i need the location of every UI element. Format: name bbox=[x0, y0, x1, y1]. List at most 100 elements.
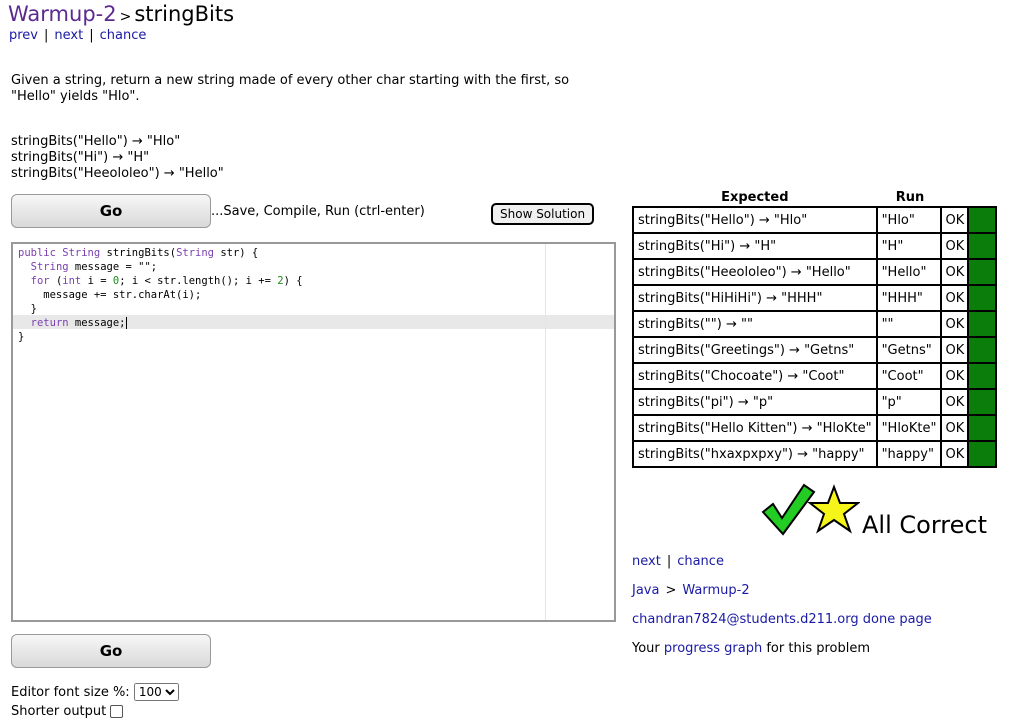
user-line: chandran7824@students.d211.org done page bbox=[632, 612, 932, 627]
shorter-output-checkbox[interactable] bbox=[110, 705, 124, 718]
run-cell: "HloKte" bbox=[877, 416, 943, 442]
warmup2-link[interactable]: Warmup-2 bbox=[682, 583, 749, 598]
code-line: } bbox=[18, 303, 37, 315]
run-cell: "happy" bbox=[877, 442, 943, 468]
top-nav: prev | next | chance bbox=[9, 28, 146, 43]
breadcrumb-separator: > bbox=[665, 583, 677, 598]
star-icon bbox=[807, 484, 860, 534]
go-hint: ...Save, Compile, Run (ctrl-enter) bbox=[211, 204, 425, 219]
status-cell: OK bbox=[942, 206, 970, 234]
shorter-output-label: Shorter output bbox=[11, 704, 107, 719]
pass-indicator bbox=[969, 390, 998, 416]
result-row: stringBits("Hello") → "Hlo" "Hlo" OK bbox=[632, 206, 998, 234]
status-cell: OK bbox=[942, 390, 970, 416]
next-link-bottom[interactable]: next bbox=[632, 554, 661, 569]
expected-cell: stringBits("hxaxpxpxy") → "happy" bbox=[632, 442, 878, 468]
status-cell: OK bbox=[942, 364, 970, 390]
example-line: stringBits("Hello") → "Hlo" bbox=[11, 134, 181, 149]
all-correct-text: All Correct bbox=[862, 511, 987, 539]
checkmark-icon bbox=[761, 483, 816, 536]
expected-cell: stringBits("Hi") → "H" bbox=[632, 234, 878, 260]
problem-description: Given a string, return a new string made… bbox=[11, 73, 611, 105]
pass-indicator bbox=[969, 260, 998, 286]
font-size-select[interactable]: 100 bbox=[133, 683, 179, 701]
code-line: for (int i = 0; i < str.length(); i += 2… bbox=[30, 275, 303, 287]
expected-cell: stringBits("HiHiHi") → "HHH" bbox=[632, 286, 878, 312]
result-row: stringBits("hxaxpxpxy") → "happy" "happy"… bbox=[632, 442, 998, 468]
pass-indicator bbox=[969, 286, 998, 312]
code-editor[interactable]: public String stringBits(String str) { S… bbox=[11, 242, 616, 622]
examples: stringBits("Hello") → "Hlo" stringBits("… bbox=[11, 134, 224, 182]
example-line: stringBits("Heeololeo") → "Hello" bbox=[11, 166, 224, 181]
result-row: stringBits("Hi") → "H" "H" OK bbox=[632, 234, 998, 260]
result-row: stringBits("Greetings") → "Getns" "Getns"… bbox=[632, 338, 998, 364]
result-row: stringBits("Heeololeo") → "Hello" "Hello"… bbox=[632, 260, 998, 286]
pass-indicator bbox=[969, 364, 998, 390]
result-row: stringBits("") → "" "" OK bbox=[632, 312, 998, 338]
status-cell: OK bbox=[942, 286, 970, 312]
progress-suffix: for this problem bbox=[766, 641, 871, 656]
editor-font-size: Editor font size %: 100 bbox=[11, 683, 179, 701]
shorter-output: Shorter output bbox=[11, 704, 124, 719]
result-row: stringBits("pi") → "p" "p" OK bbox=[632, 390, 998, 416]
nav-divider: | bbox=[89, 28, 94, 43]
code-text[interactable]: public String stringBits(String str) { S… bbox=[18, 246, 303, 344]
results-table: Expected Run stringBits("Hello") → "Hlo"… bbox=[632, 189, 998, 468]
run-cell: "Getns" bbox=[877, 338, 943, 364]
bottom-nav: next | chance bbox=[632, 554, 724, 569]
go-button-bottom[interactable]: Go bbox=[11, 634, 211, 668]
java-link[interactable]: Java bbox=[632, 583, 659, 598]
user-email-link[interactable]: chandran7824@students.d211.org bbox=[632, 612, 859, 627]
result-row: stringBits("Hello Kitten") → "HloKte" "Hl… bbox=[632, 416, 998, 442]
code-line: String message = ""; bbox=[30, 261, 158, 273]
all-correct-banner: All Correct bbox=[760, 482, 1000, 542]
font-size-label: Editor font size %: bbox=[11, 685, 130, 700]
run-cell: "Coot" bbox=[877, 364, 943, 390]
run-cell: "H" bbox=[877, 234, 943, 260]
expected-cell: stringBits("Hello Kitten") → "HloKte" bbox=[632, 416, 878, 442]
run-cell: "HHH" bbox=[877, 286, 943, 312]
checkmark-star-graphic bbox=[761, 483, 860, 536]
example-line: stringBits("Hi") → "H" bbox=[11, 150, 150, 165]
expected-header: Expected bbox=[721, 190, 789, 205]
status-cell: OK bbox=[942, 260, 970, 286]
expected-cell: stringBits("pi") → "p" bbox=[632, 390, 878, 416]
done-page-link[interactable]: done page bbox=[863, 612, 932, 627]
run-cell: "" bbox=[877, 312, 943, 338]
run-cell: "Hlo" bbox=[877, 206, 943, 234]
go-button[interactable]: Go bbox=[11, 194, 211, 228]
chance-link-bottom[interactable]: chance bbox=[677, 554, 724, 569]
status-cell: OK bbox=[942, 312, 970, 338]
progress-prefix: Your bbox=[632, 641, 660, 656]
print-margin bbox=[545, 244, 546, 620]
nav-divider: | bbox=[44, 28, 49, 43]
expected-cell: stringBits("Greetings") → "Getns" bbox=[632, 338, 878, 364]
run-header: Run bbox=[895, 190, 925, 205]
status-cell: OK bbox=[942, 338, 970, 364]
progress-graph-link[interactable]: progress graph bbox=[664, 641, 762, 656]
description-line: Given a string, return a new string made… bbox=[11, 73, 570, 88]
title-separator: > bbox=[119, 9, 132, 25]
breadcrumb: Java > Warmup-2 bbox=[632, 583, 750, 598]
text-cursor bbox=[125, 317, 127, 329]
status-cell: OK bbox=[942, 234, 970, 260]
pass-indicator bbox=[969, 338, 998, 364]
pass-indicator bbox=[969, 416, 998, 442]
code-line: message += str.charAt(i); bbox=[18, 289, 202, 301]
status-cell: OK bbox=[942, 416, 970, 442]
nav-divider: | bbox=[666, 554, 672, 569]
next-link[interactable]: next bbox=[54, 28, 83, 43]
chance-link[interactable]: chance bbox=[100, 28, 147, 43]
run-cell: "p" bbox=[877, 390, 943, 416]
pass-indicator bbox=[969, 234, 998, 260]
run-cell: "Hello" bbox=[877, 260, 943, 286]
expected-cell: stringBits("Heeololeo") → "Hello" bbox=[632, 260, 878, 286]
prev-link[interactable]: prev bbox=[9, 28, 38, 43]
expected-cell: stringBits("Hello") → "Hlo" bbox=[632, 206, 878, 234]
result-row: stringBits("Chocoate") → "Coot" "Coot" OK bbox=[632, 364, 998, 390]
show-solution-button[interactable]: Show Solution bbox=[491, 203, 595, 225]
page-title: Warmup-2 > stringBits bbox=[8, 2, 234, 26]
pass-indicator bbox=[969, 206, 998, 234]
status-cell: OK bbox=[942, 442, 970, 468]
category-link[interactable]: Warmup-2 bbox=[8, 2, 117, 26]
